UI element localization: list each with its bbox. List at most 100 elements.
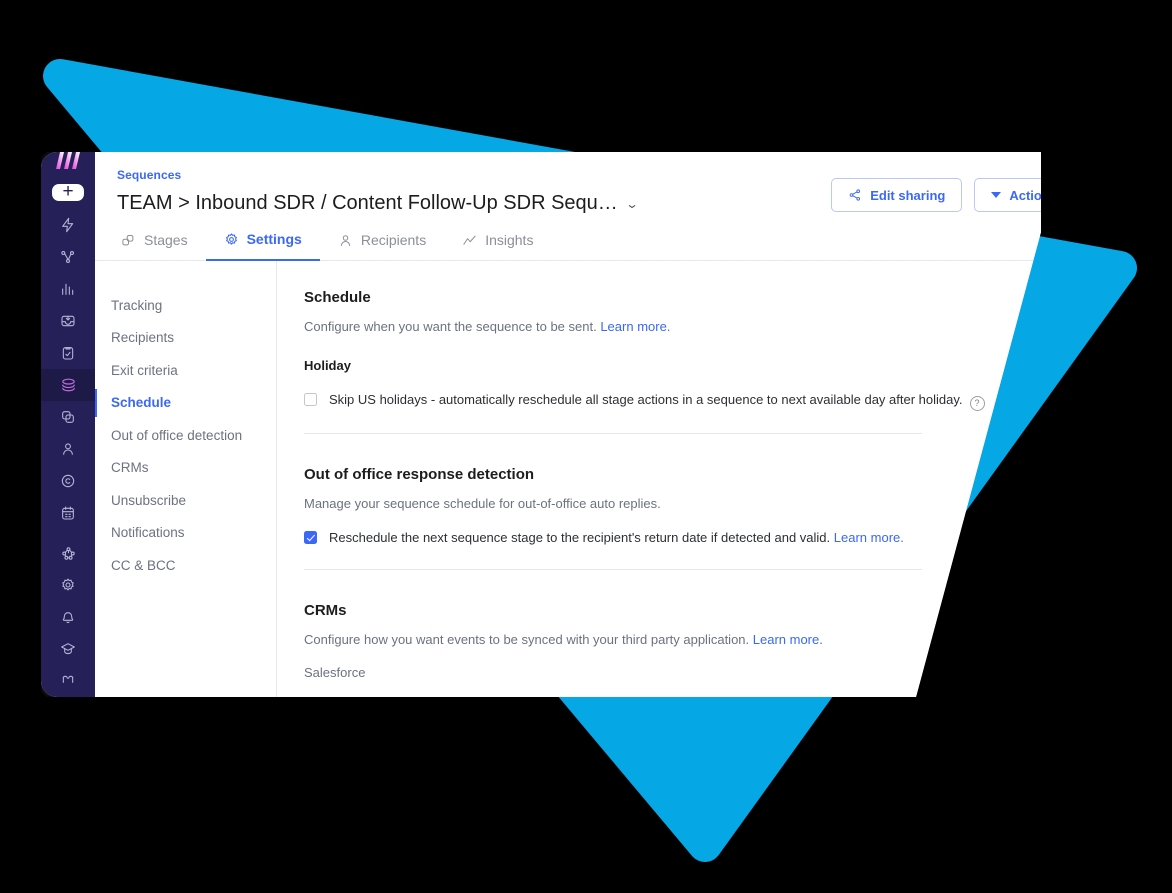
rail-item-integrations[interactable] [41,537,95,569]
main-pane: Sequences TEAM > Inbound SDR / Content F… [95,152,1057,697]
rail-item-companies[interactable] [41,465,95,497]
sidebar-item-crms[interactable]: CRMs [95,452,276,485]
crm-provider-name: Salesforce [304,664,366,680]
avatar-icon [62,675,74,683]
holiday-checkbox-row: Skip US holidays - automatically resched… [304,392,1041,411]
calendar-icon [62,506,74,520]
ooo-learn-more-link[interactable]: Learn more. [834,530,904,545]
person-icon [340,234,350,246]
page-title: TEAM > Inbound SDR / Content Follow-Up S… [117,192,618,214]
rail-item-learn[interactable] [41,633,95,665]
wingman-logo-icon [56,152,80,169]
app-logo[interactable] [41,152,95,170]
crms-learn-more-link[interactable]: Learn more. [753,632,823,647]
rail-item-workflows[interactable] [41,241,95,273]
title-block: Sequences TEAM > Inbound SDR / Content F… [117,166,831,215]
crms-description: Configure how you want events to be sync… [304,632,1041,647]
person-icon [63,443,73,455]
rail-primary-group [41,209,95,529]
tab-insights-label: Insights [485,232,534,248]
sidebar-item-label: Out of office detection [111,427,243,443]
rail-item-inbox[interactable] [41,305,95,337]
bar-chart-icon [62,283,74,295]
sidebar-item-exit-criteria[interactable]: Exit criteria [95,354,276,387]
actions-label: Actions [1009,187,1057,203]
rail-item-profile[interactable] [41,665,95,697]
sidebar-item-recipients[interactable]: Recipients [95,322,276,355]
reschedule-next-stage-checkbox[interactable] [304,530,317,544]
primary-nav-rail: + [41,152,95,697]
rail-item-contacts[interactable] [41,433,95,465]
tab-recipients-label: Recipients [360,232,427,248]
share-nodes-icon [849,189,861,201]
rail-item-analytics[interactable] [41,273,95,305]
copyright-circle-icon [61,474,75,488]
tab-insights[interactable]: Insights [444,231,551,261]
inbox-icon [61,315,75,327]
tab-stages-label: Stages [144,232,188,248]
copy-deals-icon [62,411,74,423]
sidebar-item-label: Schedule [111,395,172,411]
reschedule-next-stage-text: Reschedule the next sequence stage to th… [329,529,831,545]
sidebar-item-label: CC & BCC [111,557,176,573]
integrations-icon [61,546,75,560]
title-row: TEAM > Inbound SDR / Content Follow-Up S… [117,192,831,215]
sidebar-item-label: Unsubscribe [111,492,187,508]
tab-settings[interactable]: Settings [205,231,320,261]
tab-recipients[interactable]: Recipients [320,231,444,261]
sidebar-item-label: Tracking [111,297,163,313]
settings-content: Schedule Configure when you want the seq… [277,261,1041,697]
ooo-title: Out of office response detection [304,465,535,483]
sidebar-item-tracking[interactable]: Tracking [95,289,276,322]
holiday-label: Holiday [304,358,351,373]
settings-sidebar: Tracking Recipients Exit criteria Schedu… [95,261,277,697]
skip-us-holidays-text: Skip US holidays - automatically resched… [329,392,963,407]
sidebar-item-label: Recipients [111,330,175,346]
sidebar-item-out-of-office-detection[interactable]: Out of office detection [95,419,276,452]
stack-layers-icon [61,378,75,391]
actions-button[interactable]: Actions [974,178,1057,212]
schedule-description-text: Configure when you want the sequence to … [304,319,597,334]
chevron-down-icon[interactable]: ⌄ [625,198,639,210]
rail-item-deals[interactable] [41,401,95,433]
rail-item-calendar[interactable] [41,497,95,529]
bolt-icon [62,217,74,233]
tab-stages[interactable]: Stages [117,231,206,261]
schedule-description: Configure when you want the sequence to … [304,319,1041,334]
schedule-learn-more-link[interactable]: Learn more. [600,319,670,334]
app-window: + Sequences TEAM > Inbound SDR / Content… [41,152,1057,697]
sidebar-item-label: Notifications [111,525,185,541]
rail-item-tasks[interactable] [41,337,95,369]
schedule-title: Schedule [304,289,371,306]
rail-item-sequences[interactable] [41,369,95,401]
settings-body: Tracking Recipients Exit criteria Schedu… [95,261,1041,697]
page-background: + Sequences TEAM > Inbound SDR / Content… [0,0,1172,893]
section-divider [304,432,922,434]
skip-us-holidays-label: Skip US holidays - automatically resched… [329,392,985,411]
create-new-button[interactable]: + [52,182,84,201]
edit-sharing-button[interactable]: Edit sharing [831,178,963,212]
sidebar-item-unsubscribe[interactable]: Unsubscribe [95,484,276,517]
rail-item-notifications[interactable] [41,601,95,633]
bell-icon [62,612,74,624]
sidebar-item-label: CRMs [111,460,149,476]
reschedule-next-stage-label: Reschedule the next sequence stage to th… [329,530,904,545]
rail-item-settings[interactable] [41,569,95,601]
workflow-icon [61,250,75,264]
skip-us-holidays-checkbox[interactable] [304,393,317,406]
line-chart-icon [463,235,476,245]
stages-icon [122,234,134,245]
rail-secondary-group [41,529,95,697]
topbar-actions: Edit sharing Actions [831,166,1057,212]
section-crms: CRMs Configure how you want events to be… [304,576,1041,686]
edit-sharing-label: Edit sharing [870,187,946,203]
sidebar-item-cc-bcc[interactable]: CC & BCC [95,549,276,582]
sidebar-item-schedule[interactable]: Schedule [95,387,276,420]
section-schedule: Schedule Configure when you want the seq… [304,289,1041,440]
crms-title: CRMs [304,601,347,619]
help-icon[interactable]: ? [969,395,985,411]
rail-item-activity[interactable] [41,209,95,241]
gear-icon [225,232,237,245]
breadcrumb[interactable]: Sequences [117,168,181,182]
sidebar-item-notifications[interactable]: Notifications [95,517,276,550]
